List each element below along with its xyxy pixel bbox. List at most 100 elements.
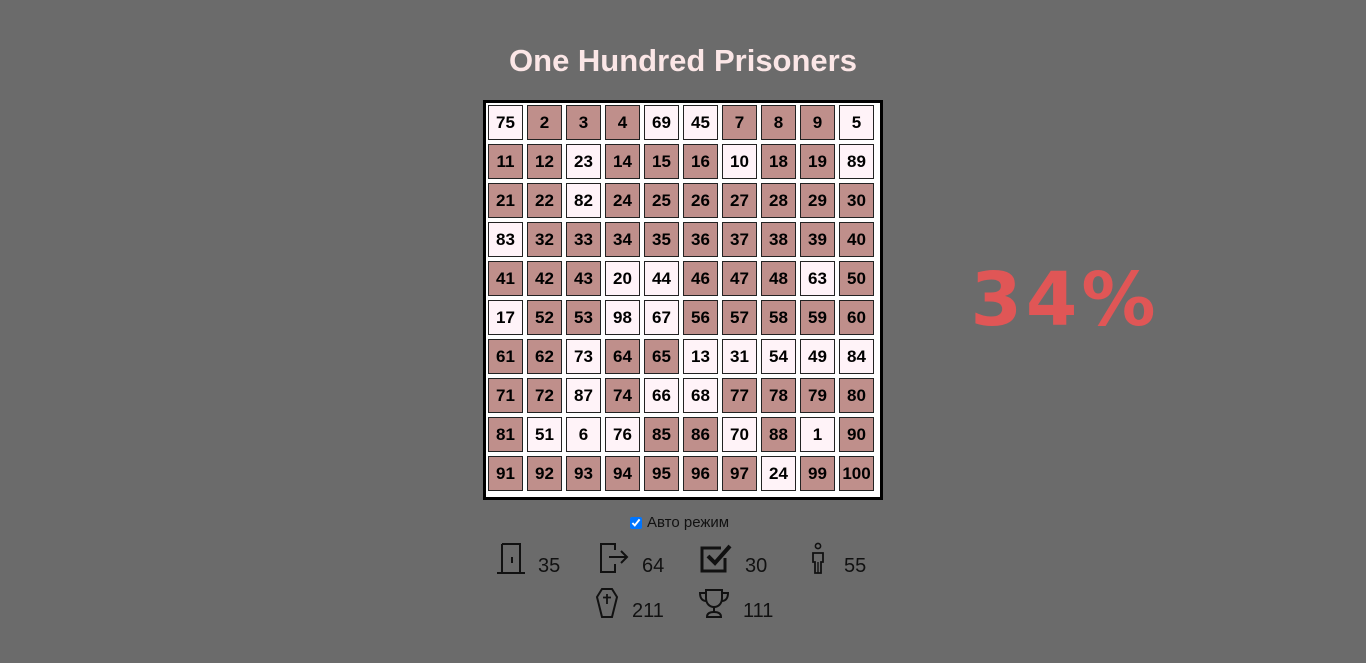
box-cell[interactable]: 72 — [527, 378, 562, 413]
box-cell[interactable]: 10 — [722, 144, 757, 179]
box-cell[interactable]: 42 — [527, 261, 562, 296]
box-cell[interactable]: 25 — [644, 183, 679, 218]
box-cell[interactable]: 24 — [761, 456, 796, 491]
box-cell[interactable]: 33 — [566, 222, 601, 257]
box-cell[interactable]: 37 — [722, 222, 757, 257]
box-cell[interactable]: 38 — [761, 222, 796, 257]
box-cell[interactable]: 39 — [800, 222, 835, 257]
box-cell[interactable]: 32 — [527, 222, 562, 257]
box-cell[interactable]: 74 — [605, 378, 640, 413]
box-cell[interactable]: 66 — [644, 378, 679, 413]
box-cell[interactable]: 53 — [566, 300, 601, 335]
box-cell[interactable]: 20 — [605, 261, 640, 296]
box-cell[interactable]: 41 — [488, 261, 523, 296]
box-cell[interactable]: 82 — [566, 183, 601, 218]
box-cell[interactable]: 12 — [527, 144, 562, 179]
box-cell[interactable]: 88 — [761, 417, 796, 452]
box-cell[interactable]: 49 — [800, 339, 835, 374]
box-cell[interactable]: 76 — [605, 417, 640, 452]
box-cell[interactable]: 95 — [644, 456, 679, 491]
box-cell[interactable]: 16 — [683, 144, 718, 179]
box-cell[interactable]: 65 — [644, 339, 679, 374]
box-cell[interactable]: 47 — [722, 261, 757, 296]
box-cell[interactable]: 100 — [839, 456, 874, 491]
box-cell[interactable]: 31 — [722, 339, 757, 374]
box-cell[interactable]: 94 — [605, 456, 640, 491]
box-cell[interactable]: 87 — [566, 378, 601, 413]
box-cell[interactable]: 58 — [761, 300, 796, 335]
box-cell[interactable]: 36 — [683, 222, 718, 257]
box-cell[interactable]: 35 — [644, 222, 679, 257]
box-cell[interactable]: 19 — [800, 144, 835, 179]
box-cell[interactable]: 2 — [527, 105, 562, 140]
box-cell[interactable]: 61 — [488, 339, 523, 374]
box-cell[interactable]: 43 — [566, 261, 601, 296]
box-cell[interactable]: 97 — [722, 456, 757, 491]
box-cell[interactable]: 83 — [488, 222, 523, 257]
box-cell[interactable]: 22 — [527, 183, 562, 218]
box-cell[interactable]: 11 — [488, 144, 523, 179]
box-cell[interactable]: 24 — [605, 183, 640, 218]
box-cell[interactable]: 60 — [839, 300, 874, 335]
auto-mode-checkbox[interactable] — [630, 516, 642, 529]
box-cell[interactable]: 27 — [722, 183, 757, 218]
box-cell[interactable]: 40 — [839, 222, 874, 257]
box-cell[interactable]: 45 — [683, 105, 718, 140]
box-cell[interactable]: 63 — [800, 261, 835, 296]
box-cell[interactable]: 18 — [761, 144, 796, 179]
box-cell[interactable]: 84 — [839, 339, 874, 374]
box-cell[interactable]: 56 — [683, 300, 718, 335]
box-cell[interactable]: 46 — [683, 261, 718, 296]
box-cell[interactable]: 96 — [683, 456, 718, 491]
box-cell[interactable]: 89 — [839, 144, 874, 179]
box-cell[interactable]: 62 — [527, 339, 562, 374]
box-cell[interactable]: 48 — [761, 261, 796, 296]
box-cell[interactable]: 50 — [839, 261, 874, 296]
box-cell[interactable]: 5 — [839, 105, 874, 140]
box-cell[interactable]: 1 — [800, 417, 835, 452]
box-cell[interactable]: 8 — [761, 105, 796, 140]
box-cell[interactable]: 59 — [800, 300, 835, 335]
box-cell[interactable]: 90 — [839, 417, 874, 452]
box-cell[interactable]: 54 — [761, 339, 796, 374]
box-cell[interactable]: 77 — [722, 378, 757, 413]
box-cell[interactable]: 99 — [800, 456, 835, 491]
box-cell[interactable]: 78 — [761, 378, 796, 413]
box-cell[interactable]: 85 — [644, 417, 679, 452]
box-cell[interactable]: 79 — [800, 378, 835, 413]
box-cell[interactable]: 64 — [605, 339, 640, 374]
box-cell[interactable]: 15 — [644, 144, 679, 179]
box-cell[interactable]: 4 — [605, 105, 640, 140]
box-cell[interactable]: 71 — [488, 378, 523, 413]
box-cell[interactable]: 44 — [644, 261, 679, 296]
box-cell[interactable]: 86 — [683, 417, 718, 452]
box-cell[interactable]: 67 — [644, 300, 679, 335]
box-cell[interactable]: 81 — [488, 417, 523, 452]
auto-mode-toggle[interactable]: Авто режим — [630, 514, 729, 531]
box-cell[interactable]: 34 — [605, 222, 640, 257]
box-cell[interactable]: 75 — [488, 105, 523, 140]
box-cell[interactable]: 70 — [722, 417, 757, 452]
box-cell[interactable]: 80 — [839, 378, 874, 413]
box-cell[interactable]: 68 — [683, 378, 718, 413]
box-cell[interactable]: 14 — [605, 144, 640, 179]
box-cell[interactable]: 7 — [722, 105, 757, 140]
box-cell[interactable]: 69 — [644, 105, 679, 140]
box-cell[interactable]: 13 — [683, 339, 718, 374]
box-cell[interactable]: 51 — [527, 417, 562, 452]
box-cell[interactable]: 6 — [566, 417, 601, 452]
box-cell[interactable]: 29 — [800, 183, 835, 218]
box-cell[interactable]: 23 — [566, 144, 601, 179]
box-cell[interactable]: 17 — [488, 300, 523, 335]
box-cell[interactable]: 91 — [488, 456, 523, 491]
box-cell[interactable]: 52 — [527, 300, 562, 335]
box-cell[interactable]: 30 — [839, 183, 874, 218]
box-cell[interactable]: 21 — [488, 183, 523, 218]
box-cell[interactable]: 3 — [566, 105, 601, 140]
box-cell[interactable]: 28 — [761, 183, 796, 218]
box-cell[interactable]: 92 — [527, 456, 562, 491]
box-cell[interactable]: 73 — [566, 339, 601, 374]
box-cell[interactable]: 98 — [605, 300, 640, 335]
box-cell[interactable]: 9 — [800, 105, 835, 140]
box-cell[interactable]: 57 — [722, 300, 757, 335]
